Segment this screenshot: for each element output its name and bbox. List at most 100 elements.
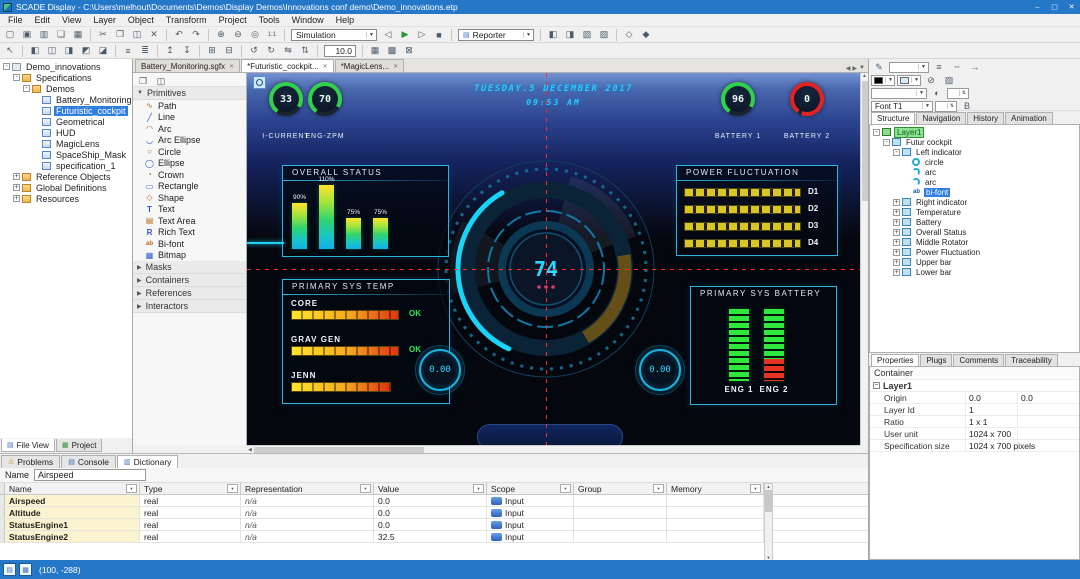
menu-item[interactable]: File <box>2 14 29 26</box>
overall-status-panel[interactable]: OVERALL STATUS 90% 110% 75% 75% <box>282 165 449 257</box>
scrollbar-thumb[interactable] <box>254 447 424 453</box>
structure-tree-item[interactable]: + Lower bar <box>870 267 1079 277</box>
collapse-icon[interactable]: − <box>873 382 880 389</box>
menu-item[interactable]: Window <box>286 14 330 26</box>
rotate-left-icon[interactable]: ↺ <box>246 44 262 58</box>
palette-item[interactable]: Text <box>133 204 246 216</box>
align-left-icon[interactable]: ◧ <box>27 44 43 58</box>
redo-icon[interactable]: ↷ <box>188 28 204 42</box>
property-row[interactable]: Specification size 1024 x 700 pixels <box>870 440 1079 452</box>
table-scrollbar[interactable]: ▲▼ <box>764 483 773 561</box>
palette-item[interactable]: Shape <box>133 192 246 204</box>
filter-icon[interactable]: ▼ <box>750 484 761 493</box>
power-fluctuation-panel[interactable]: POWER FLUCTUATION D1 D2 <box>676 165 838 256</box>
menu-item[interactable]: Project <box>213 14 253 26</box>
zoom-in-icon[interactable]: ⊕ <box>213 28 229 42</box>
structure-tree-item[interactable]: + Upper bar <box>870 257 1079 267</box>
column-header[interactable]: Group ▼ <box>574 483 667 494</box>
align-right-icon[interactable]: ◨ <box>61 44 77 58</box>
close-tab-icon[interactable]: ✕ <box>229 63 234 70</box>
paste-icon[interactable]: ◫ <box>129 28 145 42</box>
scroll-up-icon[interactable]: ▲ <box>862 73 867 79</box>
property-row[interactable]: Layer Id 1 <box>870 404 1079 416</box>
align-bottom-icon[interactable]: ◪ <box>95 44 111 58</box>
tab-battery-monitoring[interactable]: Battery_Monitoring.sgfx ✕ <box>135 59 240 72</box>
property-row[interactable]: Ratio 1 x 1 <box>870 416 1079 428</box>
filter-icon[interactable]: ▼ <box>360 484 371 493</box>
select-tool-icon[interactable]: ↖ <box>2 44 18 58</box>
fill-color-swatch[interactable]: ▼ <box>897 75 921 86</box>
structure-tree-item[interactable]: - Futur cockpit <box>870 137 1079 147</box>
readout-left[interactable]: 0.00 <box>419 349 461 391</box>
line-width-icon[interactable]: ≡ <box>931 60 947 74</box>
gauge-battery-2[interactable]: 0 <box>790 82 824 116</box>
expand-toggle-icon[interactable]: - <box>873 129 880 136</box>
opacity-spinner[interactable]: ⇅ <box>947 88 969 99</box>
canvas-horizontal-scrollbar[interactable]: ◀ <box>247 445 860 453</box>
column-header[interactable]: Scope ▼ <box>487 483 574 494</box>
palette-item[interactable]: Rectangle <box>133 181 246 193</box>
tab-problems[interactable]: ⚠ Problems <box>1 455 60 468</box>
filter-icon[interactable]: ▼ <box>227 484 238 493</box>
tab-list-icon[interactable]: ▼ <box>859 65 865 72</box>
structure-tree-item[interactable]: bi-font <box>870 187 1079 197</box>
palette-item[interactable]: Ellipse <box>133 158 246 170</box>
menu-item[interactable]: Transform <box>160 14 213 26</box>
structure-tree-item[interactable]: + Right indicator <box>870 197 1079 207</box>
column-header[interactable]: Value ▼ <box>374 483 487 494</box>
bottom-pill-shape[interactable] <box>477 424 623 445</box>
new-file-icon[interactable]: ▢ <box>2 28 18 42</box>
expand-toggle-icon[interactable]: - <box>13 74 20 81</box>
filter-icon[interactable]: ▼ <box>126 484 137 493</box>
show-grid-icon[interactable]: ▦ <box>367 44 383 58</box>
rotate-right-icon[interactable]: ↻ <box>263 44 279 58</box>
tab-scroll-right-icon[interactable]: ▶ <box>852 65 857 72</box>
palette-section-primitives[interactable]: ▼ Primitives <box>133 87 246 100</box>
tab-navigation[interactable]: Navigation <box>916 112 966 124</box>
palette-section-interactors[interactable]: ▶ Interactors <box>133 300 246 313</box>
palette-item[interactable]: Text Area <box>133 215 246 227</box>
expand-toggle-icon[interactable]: - <box>883 139 890 146</box>
expand-toggle-icon[interactable]: + <box>893 269 900 276</box>
layers-icon[interactable]: ▨ <box>596 28 612 42</box>
undo-icon[interactable]: ↶ <box>171 28 187 42</box>
expand-toggle-icon[interactable]: + <box>893 229 900 236</box>
close-tab-icon[interactable]: ✕ <box>393 63 398 70</box>
distribute-horizontal-icon[interactable]: ≡ <box>120 44 136 58</box>
font-size-spinner[interactable]: ⇅ <box>935 101 957 112</box>
minimize-button[interactable]: – <box>1029 0 1046 14</box>
structure-tree-item[interactable]: + Temperature <box>870 207 1079 217</box>
snap-icon[interactable]: ◇ <box>621 28 637 42</box>
structure-tree-item[interactable]: circle <box>870 157 1079 167</box>
print-icon[interactable]: ▦ <box>70 28 86 42</box>
guides-icon[interactable]: ◨ <box>562 28 578 42</box>
filter-icon[interactable]: ▼ <box>473 484 484 493</box>
palette-item[interactable]: Crown <box>133 169 246 181</box>
filter-icon[interactable]: ▼ <box>653 484 664 493</box>
palette-item[interactable]: Rich Text <box>133 227 246 239</box>
expand-toggle-icon[interactable]: + <box>893 249 900 256</box>
scrollbar-thumb[interactable] <box>862 81 868 201</box>
tab-traceability[interactable]: Traceability <box>1005 354 1058 366</box>
expand-toggle-icon[interactable]: + <box>893 209 900 216</box>
status-grid-icon[interactable]: ▦ <box>19 563 32 576</box>
canvas-magnifier-icon[interactable] <box>253 76 266 89</box>
open-file-icon[interactable]: ▣ <box>19 28 35 42</box>
reporter-select[interactable]: ▤ Reporter ▼ <box>458 29 534 41</box>
menu-item[interactable]: View <box>56 14 87 26</box>
palette-section-masks[interactable]: ▶ Masks <box>133 261 246 274</box>
close-tab-icon[interactable]: ✕ <box>323 63 328 70</box>
column-header[interactable]: Memory ▼ <box>667 483 764 494</box>
file-tree-item[interactable]: - Demo_innovations <box>0 61 132 72</box>
close-button[interactable]: ✕ <box>1063 0 1080 14</box>
tab-scroll-left-icon[interactable]: ◀ <box>846 65 851 72</box>
tab-comments[interactable]: Comments <box>953 354 1004 366</box>
expand-toggle-icon[interactable]: + <box>13 195 20 202</box>
ungroup-icon[interactable]: ⊟ <box>221 44 237 58</box>
tab-magiclens[interactable]: *MagicLens... ✕ <box>335 59 405 72</box>
table-row[interactable]: StatusEngine2 real n/a 32.5 Input <box>0 531 868 543</box>
align-top-icon[interactable]: ◩ <box>78 44 94 58</box>
tab-history[interactable]: History <box>967 112 1004 124</box>
expand-toggle-icon[interactable]: + <box>893 259 900 266</box>
grid-size-field[interactable]: 10.0 <box>324 45 356 57</box>
